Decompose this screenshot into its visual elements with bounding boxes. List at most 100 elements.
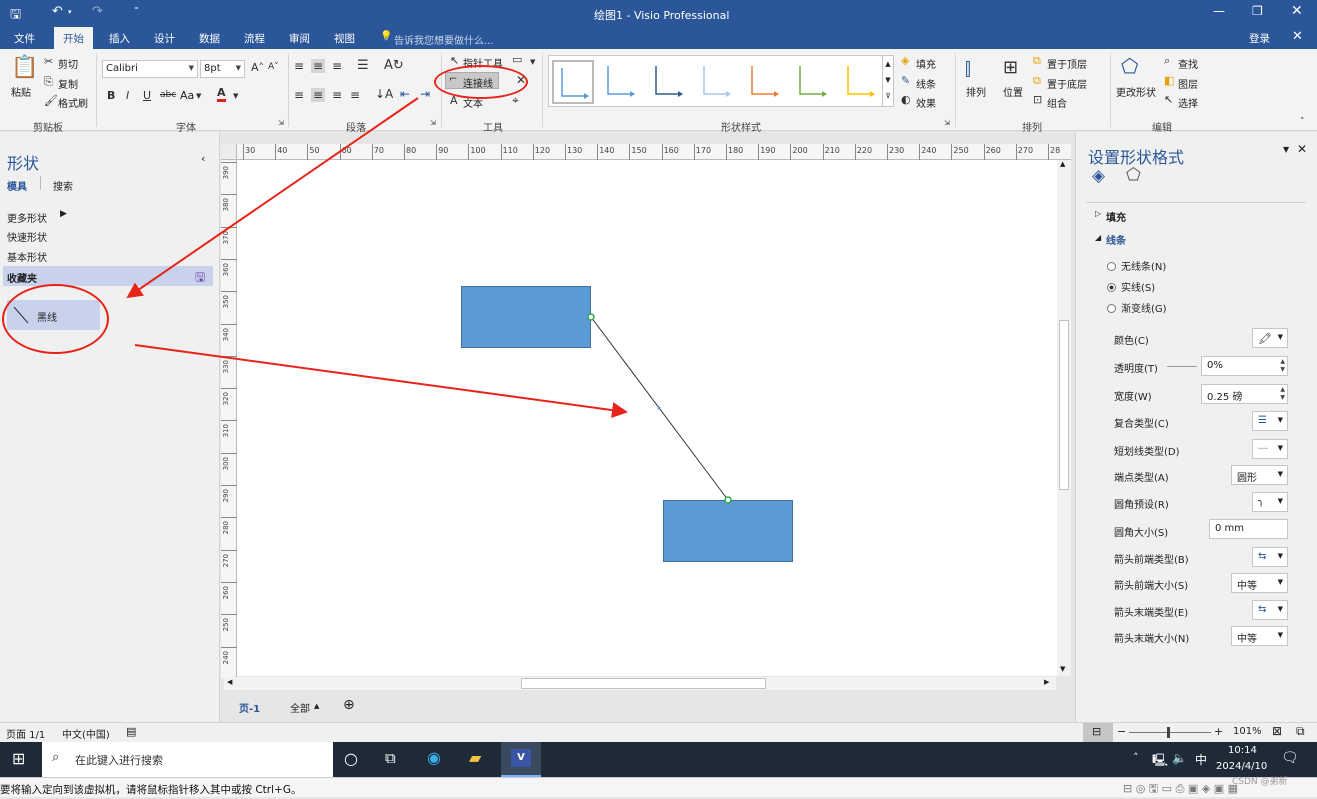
rounding-preset-dropdown[interactable]: ╮ ▼ (1252, 492, 1288, 512)
line-button[interactable]: 线条 (916, 76, 936, 91)
gallery-scroll[interactable]: ▲ ▼ ⊽ (882, 55, 894, 107)
align-middle-icon[interactable]: ≡ (311, 59, 326, 73)
page-indicator[interactable]: 页面 1/1 (6, 726, 45, 741)
text-direction-icon[interactable]: A↻ (384, 58, 404, 73)
undo-dropdown-icon[interactable]: ▾ (68, 8, 72, 16)
chevron-down-icon[interactable]: ▼ (233, 92, 238, 100)
position-icon[interactable]: ⊞ (1003, 57, 1018, 78)
shape-styles-gallery[interactable] (548, 55, 893, 107)
tab-insert[interactable]: 插入 (109, 31, 130, 46)
tab-process[interactable]: 流程 (244, 31, 265, 46)
pointer-tool-icon[interactable]: ↖ (450, 54, 459, 67)
fill-line-tab-icon[interactable]: ◈ (1092, 166, 1105, 186)
more-shapes-item[interactable]: 更多形状 (7, 210, 47, 225)
basic-shapes-item[interactable]: 基本形状 (7, 249, 47, 264)
line-icon[interactable]: ✎ (901, 74, 910, 87)
cut-icon[interactable]: ✂ (44, 55, 53, 68)
italic-icon[interactable]: I (126, 89, 129, 102)
chevron-down-icon[interactable]: ▼ (196, 92, 201, 100)
effects-button[interactable]: 效果 (916, 95, 936, 110)
find-icon[interactable]: ⌕ (1164, 54, 1170, 68)
select-icon[interactable]: ↖ (1164, 93, 1173, 106)
connector-begin-handle[interactable] (587, 313, 595, 321)
drawing-page[interactable] (237, 160, 1057, 676)
effects-icon[interactable]: ◐ (901, 93, 911, 106)
copy-icon[interactable]: ⎘ (44, 75, 53, 89)
close-icon[interactable]: ✕ (1291, 3, 1303, 19)
compound-type-dropdown[interactable]: ☰ ▼ (1252, 411, 1288, 431)
align-center-icon[interactable]: ≡ (311, 88, 326, 102)
ime-indicator[interactable]: 中 (1195, 751, 1207, 768)
style-swatch[interactable] (696, 60, 738, 104)
all-pages-button[interactable]: 全部 (290, 700, 310, 715)
page-tab[interactable]: 页-1 (239, 700, 260, 715)
cortana-icon[interactable]: ○ (344, 749, 358, 768)
dialog-launcher-icon[interactable]: ⇲ (944, 119, 950, 127)
position-button[interactable]: 位置 (1003, 84, 1023, 99)
layers-button[interactable]: 图层 (1178, 76, 1198, 91)
network-icon[interactable]: 🖳 (1152, 751, 1168, 772)
style-swatch[interactable] (600, 60, 642, 104)
connection-point-icon[interactable]: ⌖ (512, 93, 519, 108)
tab-data[interactable]: 数据 (199, 31, 220, 46)
fit-page-icon[interactable]: ⊠ (1272, 724, 1282, 738)
align-left-icon[interactable]: ≡ (294, 88, 304, 102)
align-right-icon[interactable]: ≡ (332, 88, 342, 102)
format-painter-button[interactable]: 格式刷 (58, 95, 88, 110)
cut-button[interactable]: 剪切 (58, 56, 78, 71)
no-line-radio[interactable]: 无线条(N) (1107, 258, 1166, 273)
dialog-launcher-icon[interactable]: ⇲ (278, 119, 284, 127)
transparency-input[interactable]: 0% ▲ ▼ (1201, 356, 1288, 376)
tray-chevron-icon[interactable]: ˄ (1133, 751, 1139, 764)
style-swatch[interactable] (744, 60, 786, 104)
fill-section[interactable]: 填充 (1106, 209, 1126, 224)
bring-front-button[interactable]: 置于顶层 (1047, 56, 1087, 71)
redo-icon[interactable]: ↷ (92, 4, 103, 19)
font-color-icon[interactable]: A (217, 87, 226, 102)
windows-start-icon[interactable]: ⊞ (12, 749, 25, 768)
end-arrow-size-dropdown[interactable]: 中等 ▼ (1231, 626, 1288, 646)
align-button[interactable]: 排列 (966, 84, 986, 99)
presentation-mode-button[interactable]: ⊟ (1083, 723, 1113, 742)
align-bottom-icon[interactable]: ≡ (332, 59, 342, 73)
quick-shapes-item[interactable]: 快速形状 (7, 229, 47, 244)
dialog-launcher-icon[interactable]: ⇲ (430, 119, 436, 127)
zoom-slider-thumb[interactable] (1167, 727, 1170, 738)
align-icon[interactable]: ⫿ (965, 59, 971, 80)
clock-time[interactable]: 10:14 (1228, 745, 1257, 756)
favorites-stencil[interactable]: 收藏夹 🖫 (3, 266, 213, 286)
font-size-combo[interactable]: 8pt ▼ (200, 60, 245, 78)
scroll-up-icon[interactable]: ▲ (1060, 160, 1065, 168)
save-stencil-icon[interactable]: 🖫 (195, 268, 205, 289)
fill-button[interactable]: 填充 (916, 56, 936, 71)
tab-stencils[interactable]: 模具 (7, 178, 27, 193)
zoom-out-icon[interactable]: − (1117, 725, 1126, 738)
switch-windows-icon[interactable]: ⧉ (1296, 724, 1305, 739)
color-picker[interactable]: 🖍 ▼ (1252, 328, 1288, 348)
chevron-up-icon[interactable]: ▲ (314, 702, 319, 710)
tab-file[interactable]: 文件 (14, 31, 35, 46)
close-pane-icon[interactable]: ✕ (1297, 142, 1307, 156)
scroll-right-icon[interactable]: ▶ (1044, 678, 1049, 686)
style-swatch[interactable] (840, 60, 882, 104)
style-swatch[interactable] (792, 60, 834, 104)
chevron-down-icon[interactable]: ▼ (530, 58, 535, 66)
save-icon[interactable]: 🖫 (10, 5, 21, 27)
copy-button[interactable]: 复制 (58, 76, 78, 91)
task-view-icon[interactable]: ⧉ (385, 749, 396, 767)
tab-design[interactable]: 设计 (154, 31, 175, 46)
paste-button[interactable]: 粘贴 (11, 84, 31, 99)
paste-icon[interactable]: 📋 (11, 55, 38, 80)
macro-icon[interactable]: ▤ (126, 725, 136, 738)
pane-options-icon[interactable]: ▼ (1283, 145, 1289, 154)
send-back-icon[interactable]: ⧉ (1033, 74, 1041, 88)
rounding-size-input[interactable]: 0 mm (1209, 519, 1288, 539)
vertical-scrollbar[interactable]: ▲ ▼ (1057, 160, 1071, 676)
end-arrow-type-dropdown[interactable]: ⇆ ▼ (1252, 600, 1288, 620)
begin-arrow-type-dropdown[interactable]: ⇆ ▼ (1252, 547, 1288, 567)
edge-icon[interactable]: ◉ (427, 748, 441, 767)
increase-indent-icon[interactable]: ⇥ (420, 87, 430, 101)
tell-me-input[interactable]: 告诉我您想要做什么... (394, 32, 494, 47)
spinner-icon[interactable]: ▲ ▼ (1280, 386, 1285, 402)
change-shape-icon[interactable]: ⬠ (1121, 54, 1138, 78)
